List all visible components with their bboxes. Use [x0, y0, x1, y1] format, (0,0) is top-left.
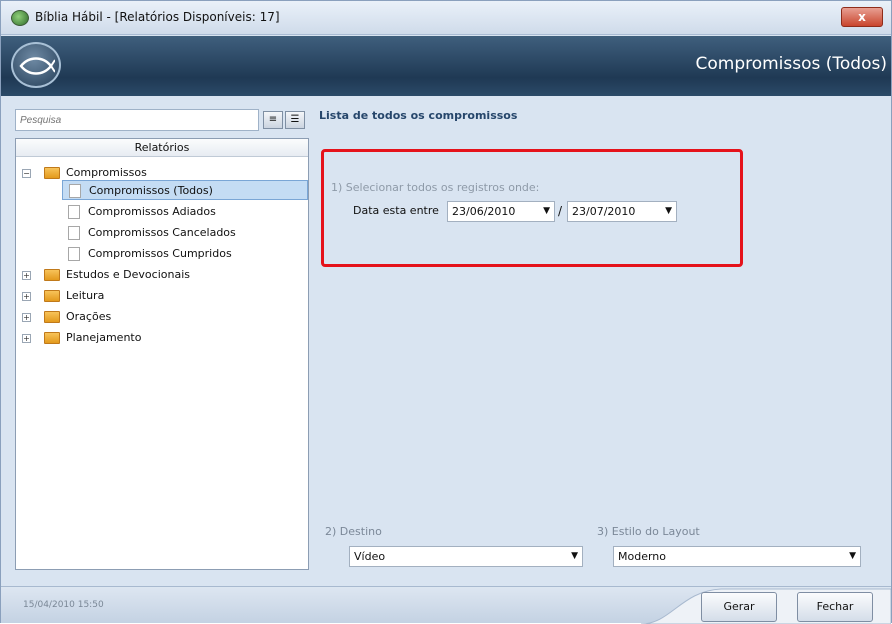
dropdown-arrow-icon[interactable]: ▼: [665, 202, 672, 221]
destination-value: Vídeo: [354, 550, 386, 563]
layout-style-select[interactable]: Moderno ▼: [613, 546, 861, 567]
destination-select[interactable]: Vídeo ▼: [349, 546, 583, 567]
folder-icon: [44, 290, 60, 302]
report-page-icon: [68, 205, 80, 219]
date-to-picker[interactable]: 23/07/2010 ▼: [567, 201, 677, 222]
reports-tree: Relatórios − Compromissos Compromissos (…: [15, 138, 309, 570]
layout-style-value: Moderno: [618, 550, 667, 563]
app-icon: [11, 10, 29, 26]
tree-item-compromissos-cumpridos[interactable]: Compromissos Cumpridos: [62, 244, 308, 264]
generate-button[interactable]: Gerar: [701, 592, 777, 622]
list-view-icon[interactable]: ≡: [263, 111, 283, 129]
tree-item-label: Compromissos Cancelados: [88, 226, 236, 239]
close-window-button[interactable]: x: [841, 7, 883, 27]
expand-icon[interactable]: +: [22, 292, 31, 301]
date-separator: /: [558, 204, 563, 218]
tree-item-label: Estudos e Devocionais: [66, 268, 190, 281]
tree-item-label: Planejamento: [66, 331, 142, 344]
tree-item-label: Compromissos (Todos): [89, 184, 213, 197]
header-banner: Compromissos (Todos): [1, 36, 891, 96]
tree-item-leitura[interactable]: + Leitura: [22, 286, 302, 306]
expand-icon[interactable]: +: [22, 334, 31, 343]
tree-header: Relatórios: [16, 139, 308, 157]
destination-label: 2) Destino: [325, 525, 382, 538]
page-title: Compromissos (Todos): [695, 54, 887, 74]
tree-item-label: Compromissos Cumpridos: [88, 247, 232, 260]
date-from-value: 23/06/2010: [452, 205, 516, 218]
tree-item-label: Orações: [66, 310, 112, 323]
date-to-value: 23/07/2010: [572, 205, 636, 218]
status-timestamp: 15/04/2010 15:50: [23, 600, 104, 610]
collapse-icon[interactable]: −: [22, 169, 31, 178]
tree-item-oracoes[interactable]: + Orações: [22, 307, 302, 327]
generate-button-label: Gerar: [723, 600, 755, 613]
date-from-picker[interactable]: 23/06/2010 ▼: [447, 201, 555, 222]
tree-item-compromissos-adiados[interactable]: Compromissos Adiados: [62, 202, 308, 222]
tree-item-estudos[interactable]: + Estudos e Devocionais: [22, 265, 302, 285]
expand-icon[interactable]: +: [22, 313, 31, 322]
expand-icon[interactable]: +: [22, 271, 31, 280]
close-button-label: Fechar: [816, 600, 854, 613]
view-toggle-group: ≡ ☰: [263, 111, 307, 129]
close-button[interactable]: Fechar: [797, 592, 873, 622]
layout-style-label: 3) Estilo do Layout: [597, 525, 700, 538]
tree-item-label: Leitura: [66, 289, 105, 302]
report-page-icon: [68, 226, 80, 240]
tree-item-compromissos-todos[interactable]: Compromissos (Todos): [62, 180, 308, 200]
tree-item-label: Compromissos Adiados: [88, 205, 216, 218]
dropdown-arrow-icon[interactable]: ▼: [543, 202, 550, 221]
date-range-label: Data esta entre: [353, 204, 439, 217]
tree-item-compromissos-cancelados[interactable]: Compromissos Cancelados: [62, 223, 308, 243]
folder-icon: [44, 167, 60, 179]
dropdown-arrow-icon[interactable]: ▼: [571, 547, 578, 566]
report-page-icon: [68, 247, 80, 261]
report-page-icon: [69, 184, 81, 198]
title-bar[interactable]: Bíblia Hábil - [Relatórios Disponíveis: …: [1, 1, 891, 35]
report-description: Lista de todos os compromissos: [319, 109, 518, 122]
main-window: Bíblia Hábil - [Relatórios Disponíveis: …: [0, 0, 892, 624]
window-title: Bíblia Hábil - [Relatórios Disponíveis: …: [35, 10, 280, 24]
tree-item-planejamento[interactable]: + Planejamento: [22, 328, 302, 348]
fish-logo-icon: [11, 42, 61, 88]
criteria-label: 1) Selecionar todos os registros onde:: [331, 181, 540, 194]
folder-icon: [44, 311, 60, 323]
folder-icon: [44, 269, 60, 281]
dropdown-arrow-icon[interactable]: ▼: [849, 547, 856, 566]
search-input[interactable]: [15, 109, 259, 131]
detail-view-icon[interactable]: ☰: [285, 111, 305, 129]
folder-icon: [44, 332, 60, 344]
